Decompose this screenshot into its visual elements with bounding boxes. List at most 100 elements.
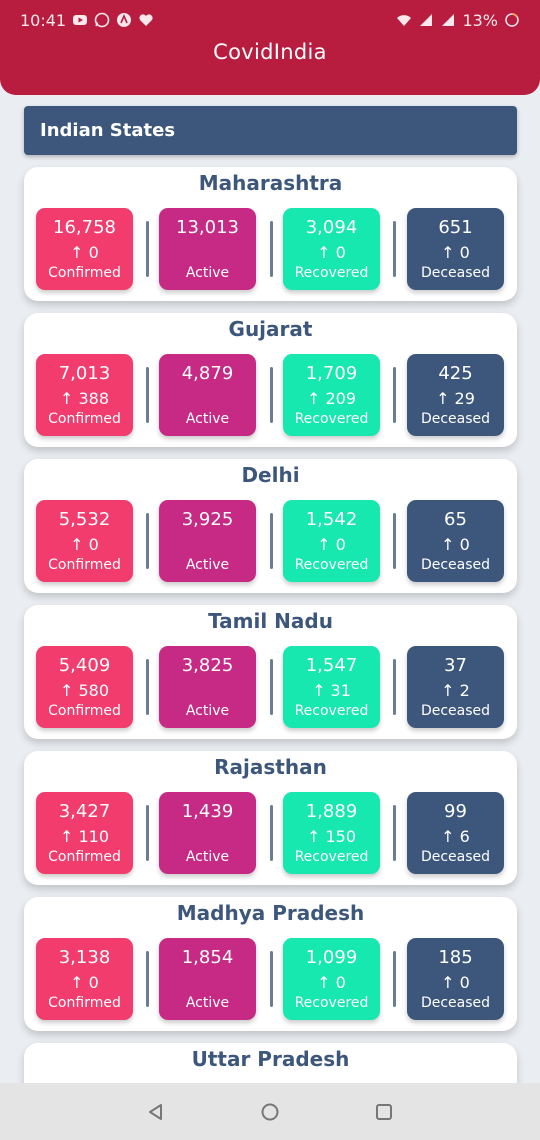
state-card[interactable]: Maharashtra 16,758 ↑ 0 Confirmed 13,013 … [24, 167, 517, 301]
deceased-tile: 65 ↑ 0 Deceased [407, 500, 504, 582]
clock: 10:41 [20, 10, 67, 30]
divider [270, 367, 273, 423]
active-tile: 4,879 Active [159, 354, 256, 436]
recovered-label: Recovered [294, 265, 369, 281]
confirmed-delta: ↑ 0 [70, 243, 99, 262]
active-label: Active [185, 703, 230, 719]
section-header: Indian States [24, 106, 517, 155]
heart-icon [139, 14, 153, 26]
recovered-tile: 1,099 ↑ 0 Recovered [283, 938, 380, 1020]
active-count: 4,879 [181, 363, 234, 384]
confirmed-label: Confirmed [48, 849, 121, 865]
confirmed-delta: ↑ 0 [70, 535, 99, 554]
recovered-tile: 3,094 ↑ 0 Recovered [283, 208, 380, 290]
active-tile: 1,439 Active [159, 792, 256, 874]
divider [270, 513, 273, 569]
recents-button[interactable] [372, 1100, 396, 1124]
state-name: Uttar Pradesh [191, 1047, 350, 1071]
active-label: Active [185, 995, 230, 1011]
deceased-count: 651 [438, 217, 473, 238]
deceased-label: Deceased [420, 265, 491, 281]
state-card[interactable]: Gujarat 7,013 ↑ 388 Confirmed 4,879 Acti… [24, 313, 517, 447]
divider [270, 221, 273, 277]
divider [270, 951, 273, 1007]
back-icon [149, 1103, 162, 1120]
confirmed-delta: ↑ 0 [70, 973, 99, 992]
confirmed-count: 3,138 [58, 947, 111, 968]
confirmed-tile: 3,138 ↑ 0 Confirmed [36, 938, 133, 1020]
home-button[interactable] [258, 1100, 282, 1124]
confirmed-label: Confirmed [48, 265, 121, 281]
recovered-label: Recovered [294, 849, 369, 865]
state-card[interactable]: Rajasthan 3,427 ↑ 110 Confirmed 1,439 Ac… [24, 751, 517, 885]
signal-icon [420, 14, 433, 26]
state-card[interactable]: Tamil Nadu 5,409 ↑ 580 Confirmed 3,825 A… [24, 605, 517, 739]
home-icon [261, 1103, 279, 1120]
active-label: Active [185, 557, 230, 573]
state-name: Rajasthan [214, 755, 327, 779]
divider [146, 659, 149, 715]
states-list[interactable]: Maharashtra 16,758 ↑ 0 Confirmed 13,013 … [0, 0, 540, 1083]
divider [146, 513, 149, 569]
confirmed-tile: 5,409 ↑ 580 Confirmed [36, 646, 133, 728]
active-label: Active [185, 411, 230, 427]
app-icon [117, 13, 132, 27]
recents-icon [376, 1103, 392, 1120]
recovered-tile: 1,542 ↑ 0 Recovered [283, 500, 380, 582]
confirmed-delta: ↑ 110 [59, 827, 110, 846]
confirmed-count: 7,013 [58, 363, 111, 384]
recovered-label: Recovered [294, 703, 369, 719]
deceased-delta: ↑ 0 [441, 535, 470, 554]
deceased-count: 37 [444, 655, 467, 676]
divider [393, 513, 396, 569]
section-title: Indian States [40, 120, 176, 141]
navigation-bar [0, 1083, 540, 1140]
deceased-label: Deceased [420, 849, 491, 865]
deceased-count: 185 [438, 947, 473, 968]
divider [393, 805, 396, 861]
divider [393, 951, 396, 1007]
active-count: 3,825 [181, 655, 234, 676]
active-tile: 3,925 Active [159, 500, 256, 582]
confirmed-delta: ↑ 388 [59, 389, 110, 408]
deceased-delta: ↑ 29 [436, 389, 475, 408]
deceased-delta: ↑ 0 [441, 243, 470, 262]
active-count: 1,854 [181, 947, 234, 968]
deceased-label: Deceased [420, 411, 491, 427]
deceased-tile: 99 ↑ 6 Deceased [407, 792, 504, 874]
recovered-count: 1,099 [305, 947, 358, 968]
recovered-delta: ↑ 31 [312, 681, 351, 700]
deceased-count: 99 [444, 801, 467, 822]
confirmed-label: Confirmed [48, 411, 121, 427]
recovered-label: Recovered [294, 557, 369, 573]
battery-icon [505, 13, 519, 27]
divider [146, 367, 149, 423]
state-name: Madhya Pradesh [176, 901, 365, 925]
divider [146, 221, 149, 277]
deceased-count: 65 [444, 509, 467, 530]
confirmed-tile: 7,013 ↑ 388 Confirmed [36, 354, 133, 436]
app-title: CovidIndia [213, 40, 327, 64]
state-card[interactable]: Delhi 5,532 ↑ 0 Confirmed 3,925 Active 1… [24, 459, 517, 593]
state-card[interactable]: Madhya Pradesh 3,138 ↑ 0 Confirmed 1,854… [24, 897, 517, 1031]
active-count: 13,013 [176, 217, 239, 238]
recovered-tile: 1,709 ↑ 209 Recovered [283, 354, 380, 436]
app-bar: 10:41 13% CovidIndia [0, 0, 540, 95]
state-name: Maharashtra [198, 171, 343, 195]
wifi-icon [397, 15, 412, 26]
deceased-tile: 37 ↑ 2 Deceased [407, 646, 504, 728]
recovered-tile: 1,889 ↑ 150 Recovered [283, 792, 380, 874]
confirmed-count: 16,758 [53, 217, 116, 238]
state-card[interactable]: Uttar Pradesh [24, 1043, 517, 1083]
deceased-delta: ↑ 6 [441, 827, 470, 846]
divider [270, 805, 273, 861]
active-tile: 13,013 Active [159, 208, 256, 290]
recovered-count: 1,542 [305, 509, 358, 530]
recovered-label: Recovered [294, 995, 369, 1011]
deceased-label: Deceased [420, 995, 491, 1011]
back-button[interactable] [144, 1100, 168, 1124]
active-tile: 1,854 Active [159, 938, 256, 1020]
deceased-tile: 185 ↑ 0 Deceased [407, 938, 504, 1020]
divider [393, 659, 396, 715]
active-count: 1,439 [181, 801, 234, 822]
